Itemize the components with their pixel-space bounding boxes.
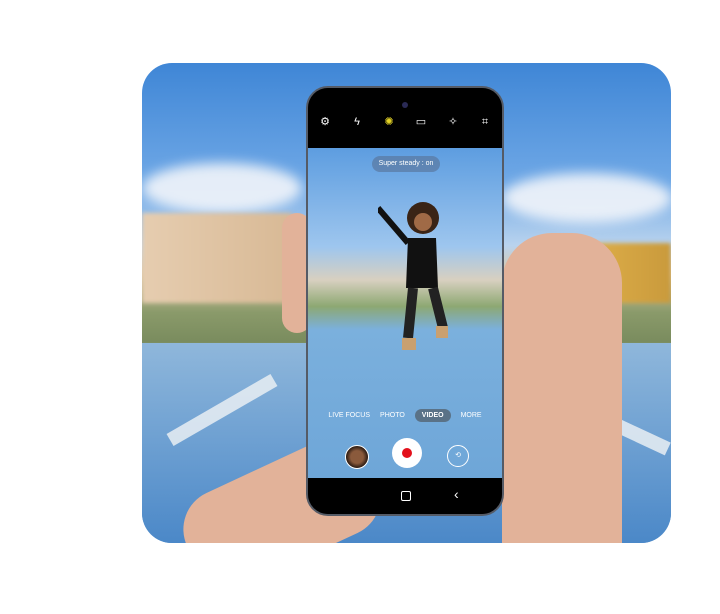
home-button[interactable] [401, 491, 411, 501]
mode-live-focus[interactable]: LIVE FOCUS [328, 412, 370, 419]
aspect-ratio-icon[interactable]: ▭ [414, 115, 428, 129]
mode-selector: LIVE FOCUS PHOTO VIDEO MORE [308, 406, 502, 424]
gallery-thumbnail[interactable] [345, 445, 369, 469]
switch-camera-button[interactable]: ⟲ [447, 445, 469, 467]
right-hand [502, 233, 622, 543]
mode-video[interactable]: VIDEO [414, 408, 451, 422]
mode-photo[interactable]: PHOTO [380, 412, 405, 419]
phone: ⚙ ϟ ✺ ▭ ✧ ⌗ Super steady : on LIVE FOCUS PHOTO… [306, 86, 504, 516]
cloud [142, 163, 302, 213]
effects-icon[interactable]: ✧ [446, 115, 460, 129]
record-button[interactable] [392, 438, 422, 468]
super-steady-status: Super steady : on [372, 156, 440, 172]
navigation-bar: ‹ [308, 478, 502, 514]
building [142, 213, 292, 303]
super-steady-icon[interactable]: ✺ [382, 115, 396, 129]
skater [378, 202, 448, 350]
back-button[interactable]: ‹ [454, 486, 459, 502]
camera-viewfinder[interactable]: Super steady : on LIVE FOCUS PHOTO VIDEO MO… [308, 148, 502, 478]
settings-icon[interactable]: ⚙ [318, 115, 332, 129]
front-camera [402, 102, 408, 108]
mode-more[interactable]: MORE [461, 412, 482, 419]
cloud [502, 173, 671, 223]
flash-off-icon[interactable]: ϟ [350, 115, 364, 129]
camera-top-bar: ⚙ ϟ ✺ ▭ ✧ ⌗ [308, 88, 502, 148]
focus-frame-icon[interactable]: ⌗ [478, 115, 492, 129]
